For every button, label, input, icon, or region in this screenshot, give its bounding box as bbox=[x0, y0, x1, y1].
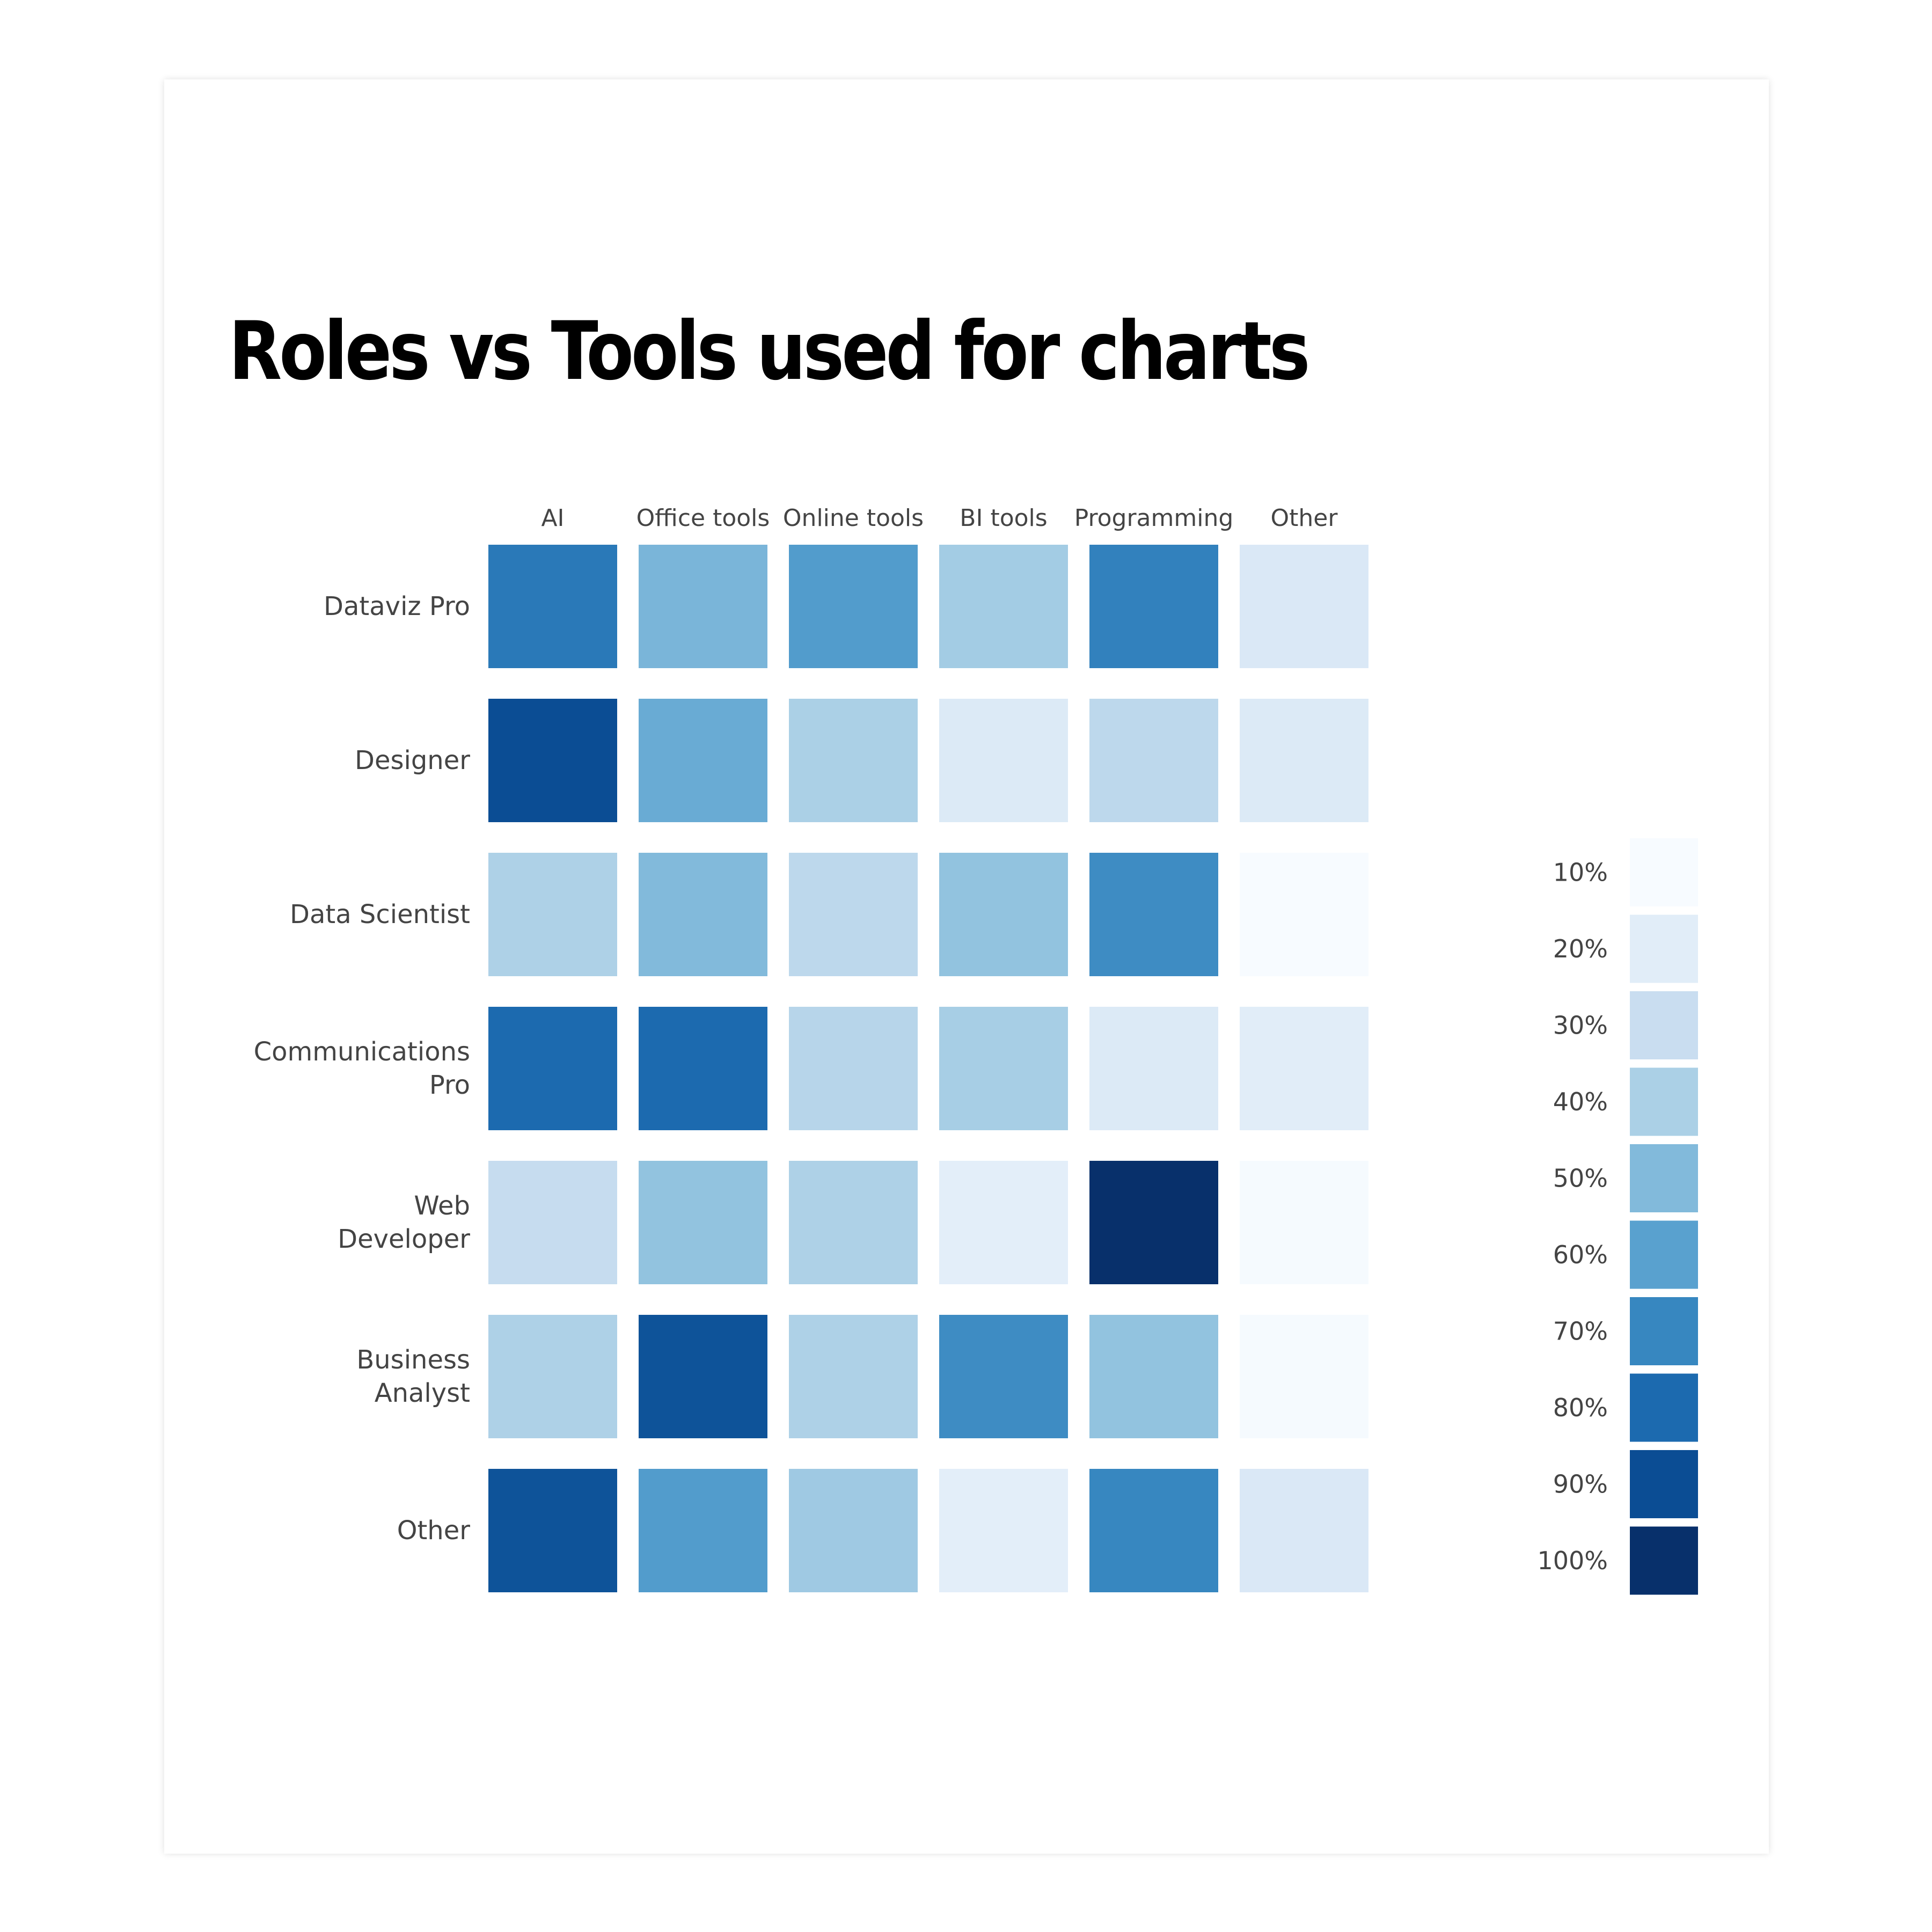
heatmap-cell[interactable] bbox=[1089, 1469, 1218, 1592]
heatmap-cell[interactable] bbox=[1240, 1315, 1368, 1438]
column-label: AI bbox=[541, 504, 564, 532]
heatmap-cell[interactable] bbox=[639, 1007, 767, 1130]
legend-label: 40% bbox=[1553, 1087, 1608, 1116]
heatmap-cell[interactable] bbox=[789, 1161, 918, 1284]
heatmap-cell[interactable] bbox=[1089, 1161, 1218, 1284]
legend-swatch bbox=[1630, 838, 1698, 906]
legend-label: 80% bbox=[1553, 1393, 1608, 1422]
heatmap-cell[interactable] bbox=[488, 853, 617, 976]
legend-swatch bbox=[1630, 991, 1698, 1059]
heatmap-cell[interactable] bbox=[939, 1161, 1068, 1284]
row-label: Other bbox=[397, 1516, 471, 1546]
row-label: Communications Pro bbox=[254, 1037, 470, 1100]
heatmap-cell[interactable] bbox=[1240, 853, 1368, 976]
legend-label: 20% bbox=[1553, 934, 1608, 963]
heatmap-cell[interactable] bbox=[1089, 853, 1218, 976]
heatmap-cell[interactable] bbox=[1240, 1161, 1368, 1284]
heatmap-chart: AI Office tools Online tools BI tools Progra… bbox=[254, 504, 1698, 1595]
legend-label: 60% bbox=[1553, 1240, 1608, 1269]
row-label: Web Developer bbox=[338, 1191, 470, 1254]
heatmap-cell[interactable] bbox=[789, 1007, 918, 1130]
heatmap-cell[interactable] bbox=[639, 1315, 767, 1438]
heatmap-cell[interactable] bbox=[789, 853, 918, 976]
heatmap-cell[interactable] bbox=[1240, 1469, 1368, 1592]
heatmap-cell[interactable] bbox=[639, 545, 767, 668]
heatmap-cell[interactable] bbox=[1089, 699, 1218, 822]
heatmap-cell[interactable] bbox=[939, 1469, 1068, 1592]
legend-swatch bbox=[1630, 1297, 1698, 1365]
heatmap-cell[interactable] bbox=[939, 1315, 1068, 1438]
heatmap-cell[interactable] bbox=[789, 1315, 918, 1438]
heatmap-cell[interactable] bbox=[1089, 545, 1218, 668]
heatmap-cell[interactable] bbox=[939, 545, 1068, 668]
column-label: Online tools bbox=[783, 504, 924, 532]
legend-swatch bbox=[1630, 914, 1698, 983]
row-label: Data Scientist bbox=[290, 899, 470, 930]
heatmap-cell[interactable] bbox=[1240, 699, 1368, 822]
row-label: Dataviz Pro bbox=[324, 591, 470, 621]
heatmap-cell[interactable] bbox=[488, 545, 617, 668]
column-label: Other bbox=[1271, 504, 1338, 532]
heatmap-cell[interactable] bbox=[789, 699, 918, 822]
heatmap-cell[interactable] bbox=[939, 1007, 1068, 1130]
heatmap-cell[interactable] bbox=[939, 853, 1068, 976]
heatmap-cell[interactable] bbox=[488, 1315, 617, 1438]
heatmap-cell[interactable] bbox=[1089, 1007, 1218, 1130]
heatmap-cell[interactable] bbox=[1240, 1007, 1368, 1130]
heatmap-cell[interactable] bbox=[488, 1469, 617, 1592]
legend-swatch bbox=[1630, 1144, 1698, 1212]
legend-label: 70% bbox=[1553, 1317, 1608, 1346]
legend-label: 10% bbox=[1553, 858, 1608, 887]
column-label: BI tools bbox=[960, 504, 1047, 532]
heatmap-cell[interactable] bbox=[1089, 1315, 1218, 1438]
heatmap-cell[interactable] bbox=[789, 545, 918, 668]
legend-label: 30% bbox=[1553, 1011, 1608, 1040]
legend-swatch bbox=[1630, 1067, 1698, 1136]
legend-swatch bbox=[1630, 1220, 1698, 1289]
heatmap-cell[interactable] bbox=[488, 699, 617, 822]
legend-label: 90% bbox=[1553, 1470, 1608, 1499]
heatmap-cell[interactable] bbox=[639, 853, 767, 976]
legend-swatch bbox=[1630, 1373, 1698, 1442]
row-label: Designer bbox=[355, 745, 470, 775]
legend-label: 100% bbox=[1537, 1546, 1608, 1575]
heatmap-cell[interactable] bbox=[488, 1007, 617, 1130]
heatmap-cell[interactable] bbox=[639, 699, 767, 822]
heatmap-cell[interactable] bbox=[1240, 545, 1368, 668]
heatmap-cell[interactable] bbox=[639, 1469, 767, 1592]
column-label: Programming bbox=[1074, 504, 1234, 532]
heatmap-cell[interactable] bbox=[789, 1469, 918, 1592]
legend-swatch bbox=[1630, 1526, 1698, 1595]
legend-swatch bbox=[1630, 1450, 1698, 1518]
row-label: Business Analyst bbox=[356, 1345, 470, 1408]
heatmap-cell[interactable] bbox=[639, 1161, 767, 1284]
legend-label: 50% bbox=[1553, 1164, 1608, 1193]
heatmap-cell[interactable] bbox=[939, 699, 1068, 822]
heatmap-cell[interactable] bbox=[488, 1161, 617, 1284]
column-label: Office tools bbox=[636, 504, 770, 532]
